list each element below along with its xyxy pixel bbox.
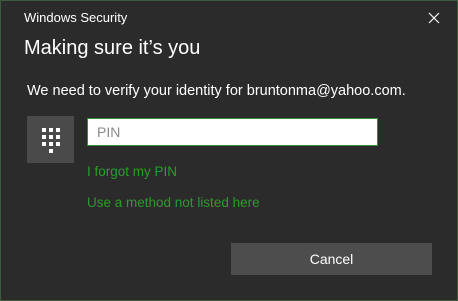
dialog-heading: Making sure it’s you — [24, 37, 201, 59]
cancel-button[interactable]: Cancel — [231, 243, 432, 275]
keypad-tile — [27, 116, 74, 163]
other-method-link[interactable]: Use a method not listed here — [87, 195, 260, 210]
close-icon — [428, 12, 440, 24]
pin-input[interactable] — [87, 118, 378, 146]
close-button[interactable] — [420, 4, 448, 32]
window-title: Windows Security — [24, 10, 128, 25]
windows-security-dialog: Windows Security Making sure it’s you We… — [0, 0, 458, 301]
forgot-pin-link[interactable]: I forgot my PIN — [87, 164, 177, 179]
keypad-icon — [41, 127, 60, 153]
verify-message: We need to verify your identity for brun… — [27, 83, 406, 99]
